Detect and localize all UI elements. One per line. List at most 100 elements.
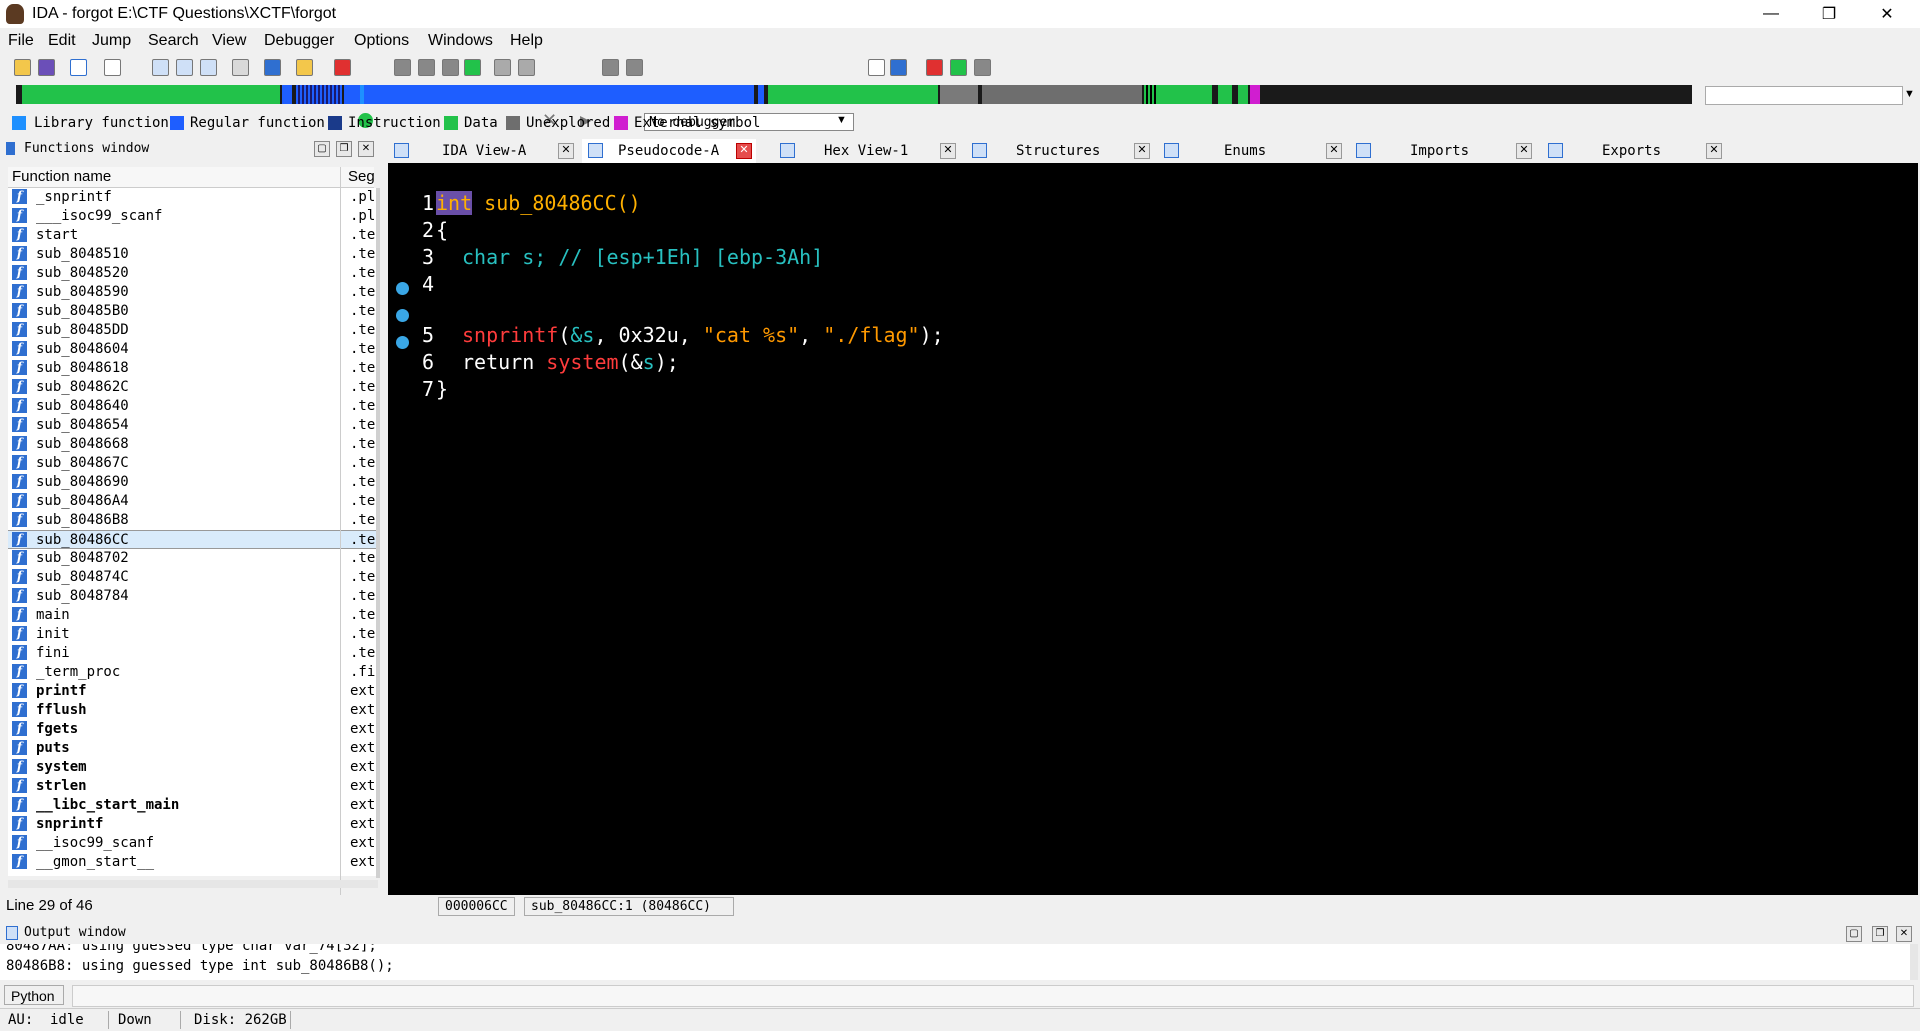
function-row[interactable]: f __gmon_start__ ext (8, 853, 376, 872)
close-icon[interactable]: ✕ (1516, 143, 1532, 159)
plugin-icon[interactable] (974, 59, 991, 76)
function-row[interactable]: f sub_80486A4 .te (8, 492, 376, 511)
print-icon[interactable] (394, 59, 411, 76)
maximize-icon[interactable]: ▢ (314, 141, 330, 157)
segment-registers-icon[interactable] (200, 59, 217, 76)
menu-search[interactable]: Search (148, 32, 199, 50)
function-row[interactable]: f sub_8048668 .te (8, 435, 376, 454)
menu-debugger[interactable]: Debugger (264, 32, 334, 50)
function-row[interactable]: f sub_8048604 .te (8, 340, 376, 359)
function-row[interactable]: f _snprintf .pl (8, 188, 376, 207)
function-row[interactable]: f system ext (8, 758, 376, 777)
navigation-scale[interactable] (1705, 86, 1903, 105)
back-icon[interactable] (70, 59, 87, 76)
tab-ida-view-a[interactable]: IDA View-A ✕ (388, 139, 578, 163)
function-row[interactable]: f sub_8048640 .te (8, 397, 376, 416)
function-row[interactable]: f ___isoc99_scanf .pl (8, 207, 376, 226)
attach-icon[interactable] (868, 59, 885, 76)
tab-hex-view-1[interactable]: Hex View-1 ✕ (774, 139, 960, 163)
maximize-icon[interactable]: ▢ (1846, 926, 1862, 942)
edit-icon[interactable] (518, 59, 535, 76)
printer-icon[interactable] (418, 59, 435, 76)
restore-button[interactable]: ❐ (1800, 0, 1858, 28)
function-row[interactable]: f sub_8048520 .te (8, 264, 376, 283)
function-row[interactable]: f sub_8048510 .te (8, 245, 376, 264)
flow-icon[interactable] (950, 59, 967, 76)
debug-icon[interactable] (890, 59, 907, 76)
code-line-2[interactable]: 2{ (388, 194, 448, 242)
save-icon[interactable] (38, 59, 55, 76)
function-row[interactable]: f sub_8048702 .te (8, 549, 376, 568)
function-row[interactable]: f sub_804862C .te (8, 378, 376, 397)
function-row[interactable]: f sub_8048690 .te (8, 473, 376, 492)
close-icon[interactable]: ✕ (736, 143, 752, 159)
triangle-icon[interactable] (334, 59, 351, 76)
functions-hscrollbar[interactable] (8, 880, 378, 888)
graph-icon[interactable] (926, 59, 943, 76)
breakpoint-dot-icon[interactable] (396, 336, 409, 349)
float-icon[interactable]: ❐ (336, 141, 352, 157)
function-row[interactable]: f puts ext (8, 739, 376, 758)
function-row[interactable]: f main .te (8, 606, 376, 625)
tab-exports[interactable]: Exports ✕ (1542, 139, 1728, 163)
tab-enums[interactable]: Enums ✕ (1158, 139, 1344, 163)
chevron-down-icon[interactable]: ▼ (1904, 88, 1915, 100)
close-icon[interactable]: ✕ (1706, 143, 1722, 159)
new-segment-icon[interactable] (152, 59, 169, 76)
function-row[interactable]: f _term_proc .fi (8, 663, 376, 682)
function-row[interactable]: f snprintf ext (8, 815, 376, 834)
function-row[interactable]: f fflush ext (8, 701, 376, 720)
menu-windows[interactable]: Windows (428, 32, 493, 50)
analysis-icon[interactable] (264, 59, 281, 76)
functions-scrollbar[interactable] (376, 188, 380, 878)
function-row[interactable]: f sub_80486CC .te (8, 530, 376, 549)
menu-edit[interactable]: Edit (48, 32, 76, 50)
output-scrollbar[interactable] (1910, 944, 1918, 980)
command-input[interactable] (72, 985, 1914, 1007)
code-line-4[interactable]: 4 (388, 248, 436, 296)
column-segment[interactable]: Seg (348, 168, 375, 185)
menu-file[interactable]: File (8, 32, 34, 50)
flash-icon[interactable] (296, 59, 313, 76)
menu-options[interactable]: Options (354, 32, 409, 50)
code-line-5[interactable]: 5 snprintf(&s, 0x32u, "cat %s", "./flag")… (388, 275, 944, 347)
export-icon[interactable] (442, 59, 459, 76)
function-row[interactable]: f sub_804867C .te (8, 454, 376, 473)
patch-icon[interactable] (232, 59, 249, 76)
breakpoint-dot-icon[interactable] (396, 282, 409, 295)
float-icon[interactable]: ❐ (1872, 926, 1888, 942)
close-icon[interactable]: ✕ (1134, 143, 1150, 159)
menu-help[interactable]: Help (510, 32, 543, 50)
function-row[interactable]: f printf ext (8, 682, 376, 701)
breakpoint-dot-icon[interactable] (396, 309, 409, 322)
function-row[interactable]: f fgets ext (8, 720, 376, 739)
tab-structures[interactable]: Structures ✕ (966, 139, 1152, 163)
tab-imports[interactable]: Imports ✕ (1350, 139, 1536, 163)
navigation-band[interactable] (16, 85, 1692, 104)
function-row[interactable]: f __libc_start_main ext (8, 796, 376, 815)
code-line-6[interactable]: 6 return system(&s); (388, 302, 679, 374)
breakpoint-icon[interactable] (464, 59, 481, 76)
code-line-1[interactable]: 1 int sub_80486CC() (388, 167, 641, 215)
pause-icon[interactable] (602, 59, 619, 76)
function-row[interactable]: f sub_8048784 .te (8, 587, 376, 606)
function-row[interactable]: f sub_80485B0 .te (8, 302, 376, 321)
function-row[interactable]: f init .te (8, 625, 376, 644)
open-icon[interactable] (14, 59, 31, 76)
function-row[interactable]: f sub_8048618 .te (8, 359, 376, 378)
close-icon[interactable]: ✕ (940, 143, 956, 159)
function-row[interactable]: f sub_8048654 .te (8, 416, 376, 435)
function-row[interactable]: f sub_804874C .te (8, 568, 376, 587)
functions-list[interactable]: f _snprintf .pl f ___isoc99_scanf .pl f start .t… (8, 188, 376, 876)
close-icon[interactable]: ✕ (558, 143, 574, 159)
tool-icon[interactable] (494, 59, 511, 76)
column-function-name[interactable]: Function name (12, 168, 111, 185)
output-log[interactable]: 80487AA: using guessed type char var_74[… (0, 944, 1910, 980)
forward-icon[interactable] (104, 59, 121, 76)
function-row[interactable]: f start .te (8, 226, 376, 245)
python-button[interactable]: Python (4, 985, 64, 1005)
function-row[interactable]: f sub_80485DD .te (8, 321, 376, 340)
menu-jump[interactable]: Jump (92, 32, 131, 50)
function-row[interactable]: f __isoc99_scanf ext (8, 834, 376, 853)
tab-pseudocode-a[interactable]: Pseudocode-A ✕ (582, 139, 756, 163)
